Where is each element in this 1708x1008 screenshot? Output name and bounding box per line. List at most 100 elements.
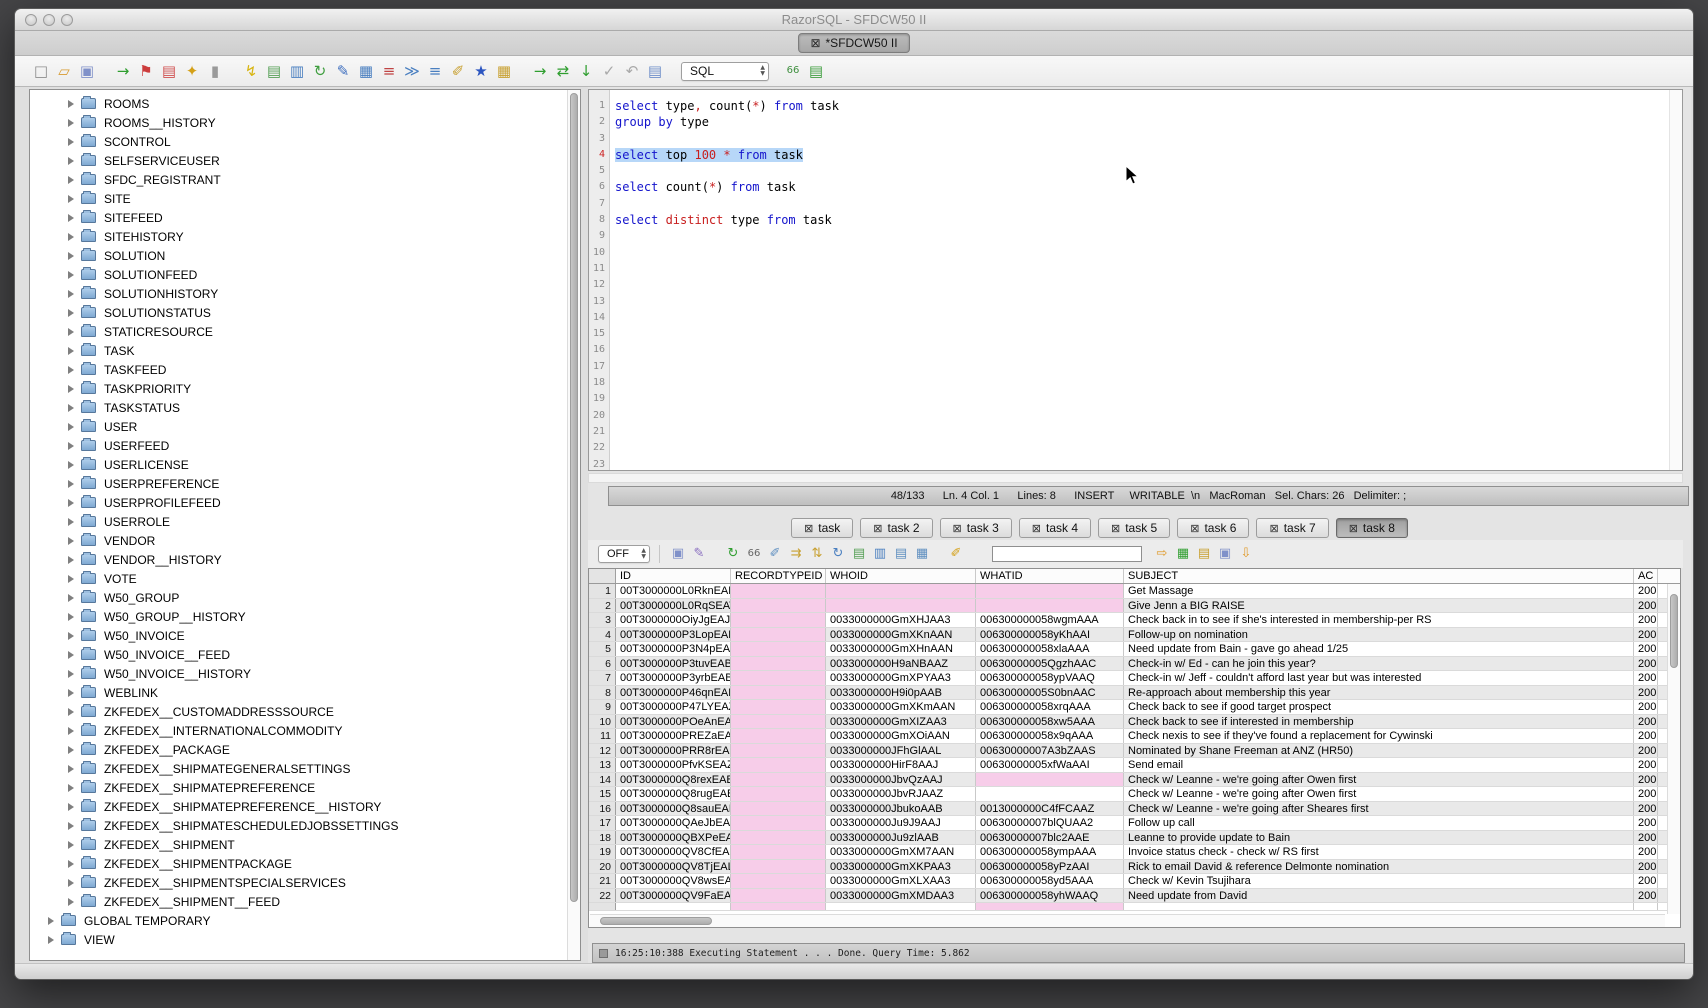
code-line[interactable] bbox=[615, 245, 1668, 261]
execute-fetch-icon[interactable]: ↓ bbox=[576, 61, 596, 81]
tree-item-vendor__history[interactable]: VENDOR__HISTORY bbox=[30, 550, 566, 569]
table-row[interactable]: 1500T3000000Q8rugEAB0033000000JbvRJAAZCh… bbox=[589, 787, 1680, 802]
tree-item-solutionfeed[interactable]: SOLUTIONFEED bbox=[30, 265, 566, 284]
disclosure-triangle-icon[interactable] bbox=[68, 233, 74, 241]
disclosure-triangle-icon[interactable] bbox=[68, 328, 74, 336]
code-line[interactable] bbox=[615, 277, 1668, 293]
table-refresh-icon[interactable]: ↻ bbox=[829, 545, 847, 563]
commit-icon[interactable]: ✓ bbox=[599, 61, 619, 81]
disclosure-triangle-icon[interactable] bbox=[68, 214, 74, 222]
download-icon[interactable]: ⇩ bbox=[1237, 545, 1255, 563]
tree-scrollbar-thumb[interactable] bbox=[570, 93, 578, 902]
code-line[interactable] bbox=[615, 359, 1668, 375]
table-hscrollbar-thumb[interactable] bbox=[600, 917, 712, 925]
disclosure-triangle-icon[interactable] bbox=[68, 461, 74, 469]
tree-item-zkfedex__internationalcommodity[interactable]: ZKFEDEX__INTERNATIONALCOMMODITY bbox=[30, 721, 566, 740]
table-row[interactable]: 1800T3000000QBXPeEAP0033000000Ju9zlAAB00… bbox=[589, 831, 1680, 846]
sql-editor[interactable]: 1234567891011121314151617181920212223 se… bbox=[588, 89, 1683, 471]
favorites-icon[interactable]: ★ bbox=[471, 61, 491, 81]
code-line[interactable] bbox=[615, 326, 1668, 342]
disclosure-triangle-icon[interactable] bbox=[68, 803, 74, 811]
copy-rows-icon[interactable]: ▤ bbox=[892, 545, 910, 563]
tree-item-staticresource[interactable]: STATICRESOURCE bbox=[30, 322, 566, 341]
titlebar[interactable]: RazorSQL - SFDCW50 II bbox=[15, 9, 1693, 31]
tree-item-zkfedex__shipmentpackage[interactable]: ZKFEDEX__SHIPMENTPACKAGE bbox=[30, 854, 566, 873]
column-header-subject[interactable]: SUBJECT bbox=[1124, 569, 1634, 583]
result-tab-task-8[interactable]: ⊠task 8 bbox=[1336, 518, 1408, 538]
disclosure-triangle-icon[interactable] bbox=[68, 708, 74, 716]
table-row[interactable]: 900T3000000P47LYEAZ0033000000GmXKmAAN006… bbox=[589, 700, 1680, 715]
table-row[interactable]: 2000T3000000QV8TjEAL0033000000GmXKPAA300… bbox=[589, 860, 1680, 875]
disclosure-triangle-icon[interactable] bbox=[68, 765, 74, 773]
table-row[interactable]: 1900T3000000QV8CfEAL0033000000GmXM7AAN00… bbox=[589, 845, 1680, 860]
new-file-icon[interactable]: □ bbox=[31, 61, 51, 81]
tree-item-solution[interactable]: SOLUTION bbox=[30, 246, 566, 265]
tree-item-rooms__history[interactable]: ROOMS__HISTORY bbox=[30, 113, 566, 132]
disclosure-triangle-icon[interactable] bbox=[68, 100, 74, 108]
tree-item-userfeed[interactable]: USERFEED bbox=[30, 436, 566, 455]
column-header-recordtypeid[interactable]: RECORDTYPEID bbox=[731, 569, 826, 583]
refresh-results-icon[interactable]: ↻ bbox=[724, 545, 742, 563]
refresh-icon[interactable]: ↻ bbox=[310, 61, 330, 81]
disclosure-triangle-icon[interactable] bbox=[68, 195, 74, 203]
code-line[interactable] bbox=[615, 131, 1668, 147]
code-line[interactable]: group by type bbox=[615, 114, 1668, 130]
table-row[interactable]: 300T3000000OiyJgEAJ0033000000GmXHJAA3006… bbox=[589, 613, 1680, 628]
tab-close-icon[interactable]: ⊠ bbox=[1349, 522, 1358, 535]
describe-icon[interactable]: ▤ bbox=[850, 545, 868, 563]
code-line[interactable] bbox=[615, 228, 1668, 244]
disclosure-triangle-icon[interactable] bbox=[68, 423, 74, 431]
disclosure-triangle-icon[interactable] bbox=[68, 841, 74, 849]
tree-item-zkfedex__shipmatepreference[interactable]: ZKFEDEX__SHIPMATEPREFERENCE bbox=[30, 778, 566, 797]
panel-splitter[interactable] bbox=[581, 87, 588, 963]
disconnect-icon[interactable]: ⚑ bbox=[136, 61, 156, 81]
table-hscrollbar[interactable] bbox=[590, 914, 1665, 927]
tree-item-sitehistory[interactable]: SITEHISTORY bbox=[30, 227, 566, 246]
tree-item-zkfedex__shipmategeneralsettings[interactable]: ZKFEDEX__SHIPMATEGENERALSETTINGS bbox=[30, 759, 566, 778]
tree-item-user[interactable]: USER bbox=[30, 417, 566, 436]
column-header-ac[interactable]: AC bbox=[1634, 569, 1658, 583]
column-header-whatid[interactable]: WHATID bbox=[976, 569, 1124, 583]
tree-item-w50_group[interactable]: W50_GROUP bbox=[30, 588, 566, 607]
rollback-icon[interactable]: ↶ bbox=[622, 61, 642, 81]
table-row[interactable]: 1200T3000000PRR8rEAH0033000000JFhGlAAL00… bbox=[589, 744, 1680, 759]
disclosure-triangle-icon[interactable] bbox=[68, 898, 74, 906]
export-results-icon[interactable]: ▤ bbox=[1195, 545, 1213, 563]
editor-scrollbar[interactable] bbox=[1669, 90, 1682, 470]
search-input[interactable] bbox=[992, 546, 1142, 562]
code-line[interactable]: select top 100 * from task bbox=[615, 147, 1668, 163]
form-view-icon[interactable]: ▥ bbox=[871, 545, 889, 563]
tab-close-icon[interactable]: ⊠ bbox=[810, 36, 820, 50]
result-tab-task-2[interactable]: ⊠task 2 bbox=[860, 518, 932, 538]
sql-mode-select[interactable]: SQL bbox=[681, 62, 769, 81]
disclosure-triangle-icon[interactable] bbox=[68, 879, 74, 887]
disclosure-triangle-icon[interactable] bbox=[68, 746, 74, 754]
disclosure-triangle-icon[interactable] bbox=[68, 138, 74, 146]
tree-item-userlicense[interactable]: USERLICENSE bbox=[30, 455, 566, 474]
code-line[interactable] bbox=[615, 457, 1668, 471]
tab-close-icon[interactable]: ⊠ bbox=[804, 522, 813, 535]
tree-item-task[interactable]: TASK bbox=[30, 341, 566, 360]
code-line[interactable] bbox=[615, 440, 1668, 456]
describe-table-icon[interactable]: ▤ bbox=[264, 61, 284, 81]
code-line[interactable] bbox=[615, 310, 1668, 326]
lookup-icon[interactable]: 66 bbox=[745, 545, 763, 563]
table-row[interactable] bbox=[589, 903, 1680, 911]
tree-item-userprofilefeed[interactable]: USERPROFILEFEED bbox=[30, 493, 566, 512]
result-tab-task-6[interactable]: ⊠task 6 bbox=[1177, 518, 1249, 538]
sql-history-icon[interactable]: ▦ bbox=[356, 61, 376, 81]
tab-close-icon[interactable]: ⊠ bbox=[873, 522, 882, 535]
tree-item-solutionhistory[interactable]: SOLUTIONHISTORY bbox=[30, 284, 566, 303]
disclosure-triangle-icon[interactable] bbox=[68, 670, 74, 678]
row-limit-select[interactable]: OFF bbox=[598, 545, 650, 563]
disclosure-triangle-icon[interactable] bbox=[68, 689, 74, 697]
disclosure-triangle-icon[interactable] bbox=[68, 594, 74, 602]
table-vscrollbar-thumb[interactable] bbox=[1670, 594, 1678, 668]
table-row[interactable]: 1100T3000000PREZaEAP0033000000GmXOiAAN00… bbox=[589, 729, 1680, 744]
column-header-rownum[interactable] bbox=[589, 569, 616, 583]
import-table-icon[interactable]: ▦ bbox=[1174, 545, 1192, 563]
code-line[interactable] bbox=[615, 261, 1668, 277]
tree-item-zkfedex__shipmatepreference__history[interactable]: ZKFEDEX__SHIPMATEPREFERENCE__HISTORY bbox=[30, 797, 566, 816]
tab-close-icon[interactable]: ⊠ bbox=[1111, 522, 1120, 535]
disclosure-triangle-icon[interactable] bbox=[68, 575, 74, 583]
